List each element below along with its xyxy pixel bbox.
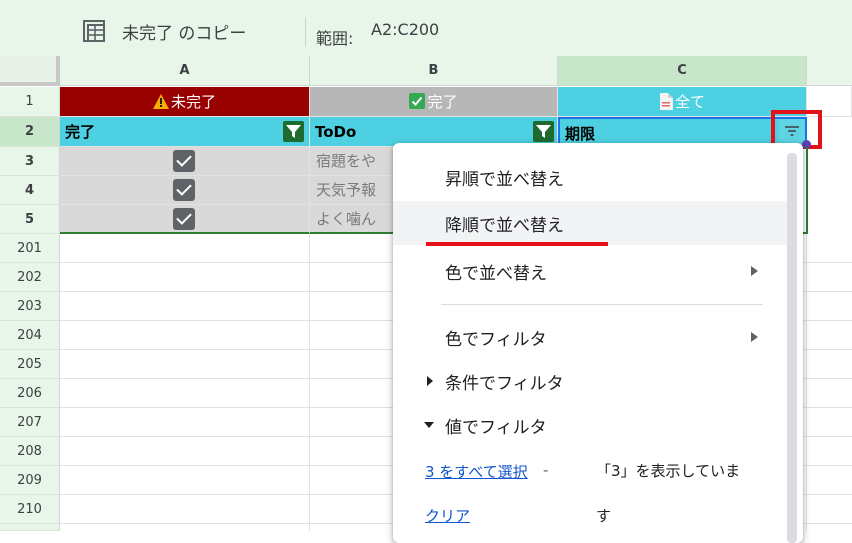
row-header[interactable]: 2 — [0, 117, 60, 147]
column-header-b[interactable]: B — [310, 56, 558, 86]
select-all-link[interactable]: 3 をすべて選択 — [425, 461, 528, 482]
cell-a1[interactable]: 未完了 — [60, 87, 310, 117]
row-header[interactable]: 3 — [0, 147, 60, 176]
cell-c1[interactable]: 全て — [558, 87, 807, 117]
filter-view-name[interactable]: 未完了 のコピー — [122, 19, 246, 44]
row-header[interactable]: 208 — [0, 437, 60, 466]
filter-icon — [536, 125, 551, 138]
showing-count-text: 「3」を表示していま — [596, 462, 741, 480]
row-header[interactable]: 209 — [0, 466, 60, 495]
checkbox-icon[interactable] — [173, 179, 195, 201]
filter-menu: 昇順で並べ替え 降順で並べ替え 色で並べ替え 色でフィルタ 条件でフィルタ 値で… — [393, 143, 803, 543]
cell-a4[interactable] — [60, 176, 310, 205]
menu-item-sort-asc[interactable]: 昇順で並べ替え — [393, 153, 788, 197]
todo-text: よく噛ん — [316, 210, 377, 228]
row-header[interactable]: 202 — [0, 263, 60, 292]
menu-item-label: 昇順で並べ替え — [445, 170, 564, 190]
filter-button-a[interactable] — [283, 121, 304, 142]
annotation-underline — [426, 242, 608, 246]
cell-a3[interactable] — [60, 147, 310, 176]
menu-item-label: 降順で並べ替え — [445, 216, 564, 236]
chevron-right-icon — [751, 266, 758, 276]
cell-b1[interactable]: 完了 — [310, 87, 558, 117]
checkbox-icon — [409, 93, 426, 109]
column-header-c[interactable]: C — [558, 56, 807, 86]
menu-item-filter-by-condition[interactable]: 条件でフィルタ — [393, 359, 788, 403]
row-header[interactable]: 206 — [0, 379, 60, 408]
row-header[interactable]: 4 — [0, 176, 60, 205]
checkbox-icon[interactable] — [173, 208, 195, 230]
menu-item-label: 色で並べ替え — [445, 264, 547, 284]
todo-text: 宿題をや — [316, 152, 377, 170]
row-header[interactable]: 203 — [0, 292, 60, 321]
chevron-right-icon — [751, 332, 758, 342]
row-header[interactable]: 204 — [0, 321, 60, 350]
checkbox-icon[interactable] — [173, 150, 195, 172]
range-border — [806, 147, 808, 234]
separator-dash: - — [543, 461, 549, 479]
column-header-a[interactable]: A — [60, 56, 310, 86]
menu-item-filter-by-values[interactable]: 値でフィルタ — [393, 403, 788, 447]
filter-icon — [286, 125, 301, 138]
menu-scrollbar[interactable] — [787, 153, 797, 543]
menu-item-label: 値でフィルタ — [445, 418, 547, 438]
filter-view-bar: 未完了 のコピー 範囲: A2:C200 — [0, 0, 852, 58]
header-done: 完了 — [65, 123, 96, 141]
select-all-corner[interactable] — [0, 56, 60, 86]
showing-count-text-cont: す — [596, 507, 612, 525]
row-header[interactable]: 201 — [0, 234, 60, 263]
menu-item-label: 条件でフィルタ — [445, 374, 564, 394]
menu-separator — [441, 304, 763, 305]
cell-c1-text: 全て — [674, 93, 705, 111]
row-header[interactable]: 205 — [0, 350, 60, 379]
menu-item-label: 色でフィルタ — [445, 330, 547, 350]
warning-icon — [152, 94, 169, 109]
filter-view-icon — [83, 20, 105, 42]
cell-a2[interactable]: 完了 — [60, 117, 310, 147]
caret-down-icon — [424, 422, 434, 428]
range-value[interactable]: A2:C200 — [371, 20, 439, 39]
row-header[interactable]: 1 — [0, 87, 60, 117]
row-header[interactable]: 210 — [0, 495, 60, 524]
todo-text: 天気予報 — [316, 181, 377, 199]
range-label: 範囲: — [316, 29, 354, 48]
divider — [305, 17, 306, 47]
row-header[interactable] — [0, 524, 60, 531]
caret-right-icon — [427, 376, 433, 386]
row-header[interactable]: 207 — [0, 408, 60, 437]
cell-a5[interactable] — [60, 205, 310, 234]
cell-a1-text: 未完了 — [170, 93, 216, 111]
column-header-d[interactable] — [807, 56, 852, 86]
header-todo: ToDo — [315, 123, 357, 141]
cell-b1-text: 完了 — [427, 93, 458, 111]
menu-item-sort-desc[interactable]: 降順で並べ替え — [393, 201, 788, 245]
clear-link[interactable]: クリア — [425, 505, 470, 526]
header-deadline: 期限 — [565, 125, 596, 143]
filter-button-b[interactable] — [533, 121, 554, 142]
menu-item-sort-by-color[interactable]: 色で並べ替え — [393, 249, 788, 293]
document-icon — [659, 93, 673, 110]
menu-item-filter-by-color[interactable]: 色でフィルタ — [393, 315, 788, 359]
row-header[interactable]: 5 — [0, 205, 60, 234]
